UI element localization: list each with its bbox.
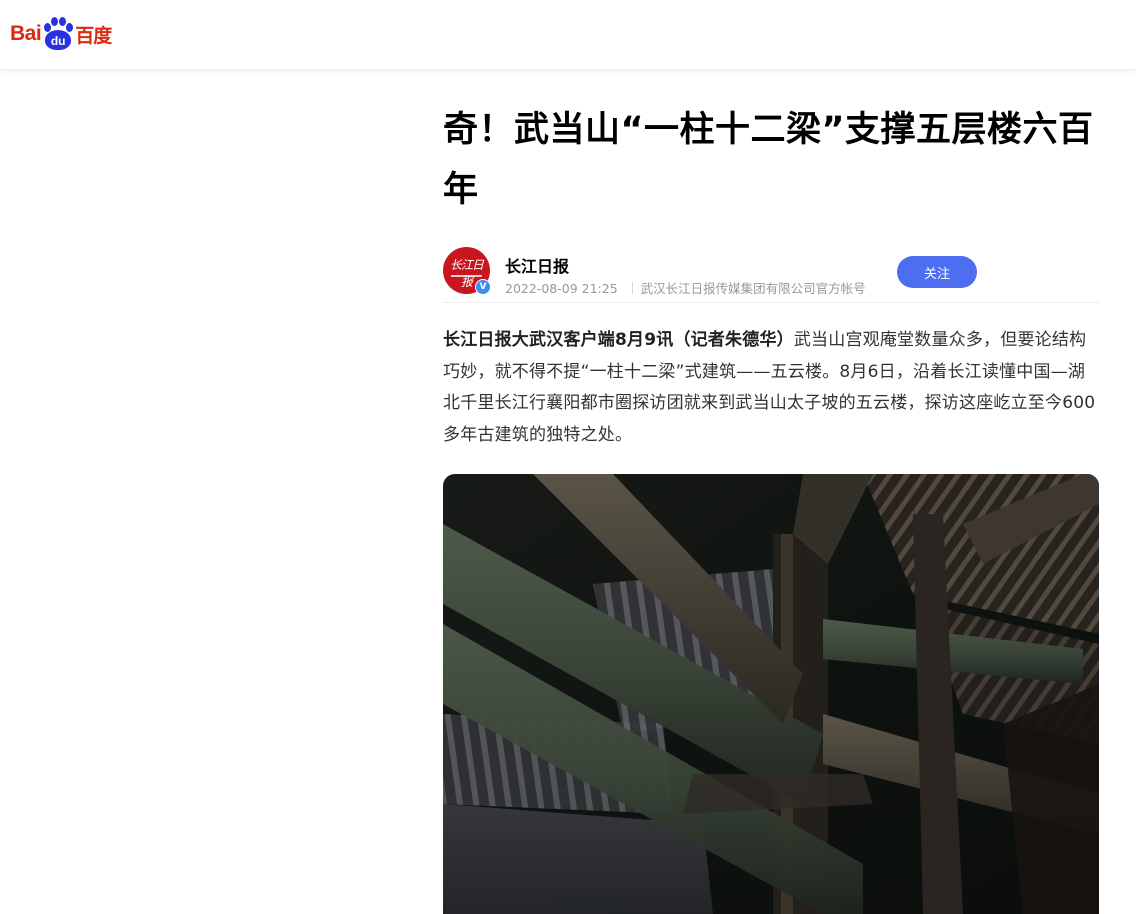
verified-icon: V	[475, 279, 491, 295]
article-title: 奇！武当山“一柱十二梁”支撑五层楼六百年	[443, 110, 1094, 210]
article-paragraph: 长江日报大武汉客户端8月9讯（记者朱德华）武当山宫观庵堂数量众多，但要论结构巧妙…	[443, 325, 1099, 451]
logo-bai-text: Bai	[10, 22, 42, 45]
author-description: 武汉长江日报传媒集团有限公司官方帐号	[640, 281, 866, 296]
author-meta: 2022-08-09 21:25 武汉长江日报传媒集团有限公司官方帐号	[505, 278, 866, 297]
publish-datetime: 2022-08-09 21:25	[505, 281, 618, 296]
top-bar: Bai du 百度	[0, 0, 1136, 69]
avatar[interactable]: 长江日报 V	[443, 247, 491, 295]
logo-du-text: du	[45, 30, 72, 50]
author-name[interactable]: 长江日报	[505, 253, 569, 277]
baidu-logo[interactable]: Bai du 百度	[10, 16, 112, 52]
paw-icon: du	[42, 17, 74, 51]
avatar-line	[451, 275, 482, 277]
meta-divider	[631, 282, 633, 294]
article-lead: 长江日报大武汉客户端8月9讯（记者朱德华）	[443, 330, 794, 350]
article-photo[interactable]	[443, 474, 1099, 914]
follow-button[interactable]: 关注	[897, 256, 977, 288]
logo-chinese-text: 百度	[75, 24, 112, 47]
article: 奇！武当山“一柱十二梁”支撑五层楼六百年 长江日报 V 长江日报 2022-08…	[443, 100, 1099, 914]
author-bar: 长江日报 V 长江日报 2022-08-09 21:25 武汉长江日报传媒集团有限…	[443, 230, 1099, 303]
